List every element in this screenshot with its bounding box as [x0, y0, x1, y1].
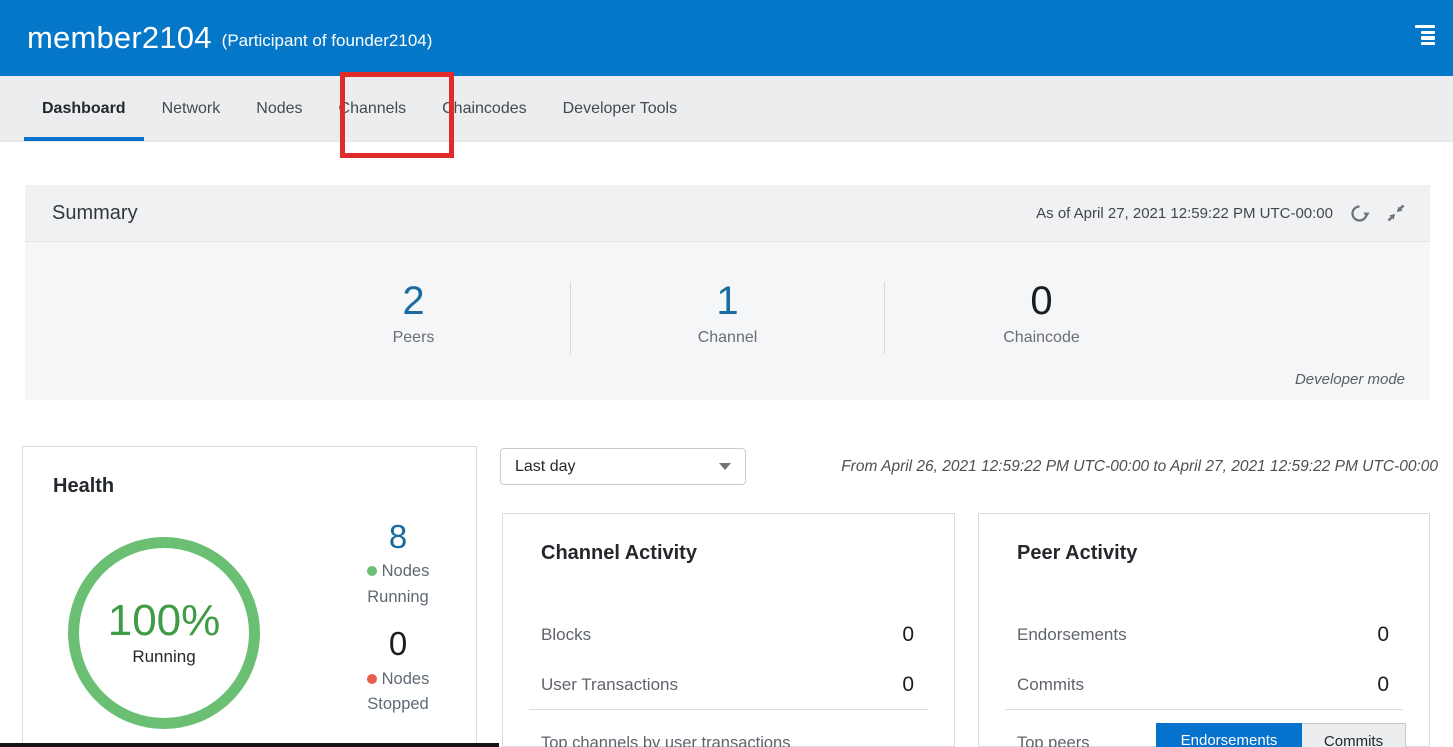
- nodes-running-label: Nodes Running: [338, 559, 458, 610]
- stat-channel: 1 Channel: [571, 280, 884, 354]
- commits-label: Commits: [1017, 675, 1084, 695]
- hamburger-menu-icon[interactable]: [1415, 25, 1435, 45]
- table-row: User Transactions 0: [541, 660, 914, 710]
- tab-chaincodes[interactable]: Chaincodes: [424, 76, 545, 141]
- stopped-status-dot-icon: [367, 674, 377, 684]
- refresh-icon[interactable]: [1349, 203, 1370, 224]
- summary-header-actions: As of April 27, 2021 12:59:22 PM UTC-00:…: [1036, 203, 1406, 224]
- tab-bar: Dashboard Network Nodes Channels Chainco…: [0, 76, 1453, 142]
- stat-chaincode: 0 Chaincode: [885, 280, 1198, 354]
- top-channels-caption: Top channels by user transactions: [541, 734, 790, 747]
- peer-activity-rows: Endorsements 0 Commits 0: [1017, 610, 1389, 710]
- table-row: Commits 0: [1017, 660, 1389, 710]
- bottom-edge-bar: [0, 743, 499, 747]
- collapse-icon[interactable]: [1386, 203, 1406, 223]
- tab-channels[interactable]: Channels: [321, 76, 425, 141]
- developer-mode-note: Developer mode: [1295, 371, 1405, 388]
- tab-developer-tools[interactable]: Developer Tools: [545, 76, 695, 141]
- channel-activity-card: Channel Activity Blocks 0 User Transacti…: [502, 513, 955, 747]
- commits-toggle-button[interactable]: Commits: [1302, 723, 1406, 747]
- nodes-stopped-label: Nodes Stopped: [338, 667, 458, 718]
- nodes-stopped-value: 0: [338, 626, 458, 662]
- summary-body: 2 Peers 1 Channel 0 Chaincode Developer …: [25, 242, 1430, 400]
- divider: [529, 709, 928, 710]
- divider: [1005, 709, 1403, 710]
- summary-stats: 2 Peers 1 Channel 0 Chaincode: [25, 242, 1430, 354]
- table-row: Endorsements 0: [1017, 610, 1389, 660]
- chevron-down-icon: [719, 463, 731, 470]
- top-peers-toggle: Endorsements Commits: [1156, 723, 1406, 747]
- summary-header: Summary As of April 27, 2021 12:59:22 PM…: [25, 185, 1430, 242]
- commits-value: 0: [1377, 673, 1389, 697]
- health-gauge-label: Running: [132, 647, 195, 667]
- stat-peers-value: 2: [257, 280, 570, 322]
- user-transactions-label: User Transactions: [541, 675, 678, 695]
- time-range-caption: From April 26, 2021 12:59:22 PM UTC-00:0…: [841, 458, 1438, 476]
- stat-peers: 2 Peers: [257, 280, 570, 354]
- nodes-running-value: 8: [338, 519, 458, 555]
- node-status-column: 8 Nodes Running 0 Nodes Stopped: [338, 519, 458, 718]
- blocks-value: 0: [902, 623, 914, 647]
- app-header: member2104 (Participant of founder2104): [0, 0, 1453, 76]
- as-of-timestamp: As of April 27, 2021 12:59:22 PM UTC-00:…: [1036, 205, 1333, 222]
- channel-activity-title: Channel Activity: [541, 542, 697, 565]
- tab-dashboard[interactable]: Dashboard: [24, 76, 144, 141]
- time-range-selected-value: Last day: [515, 458, 719, 476]
- user-transactions-value: 0: [902, 673, 914, 697]
- blocks-label: Blocks: [541, 625, 591, 645]
- endorsements-toggle-button[interactable]: Endorsements: [1156, 723, 1302, 747]
- peer-activity-title: Peer Activity: [1017, 542, 1137, 565]
- time-range-select[interactable]: Last day: [500, 448, 746, 485]
- endorsements-value: 0: [1377, 623, 1389, 647]
- dashboard-page: member2104 (Participant of founder2104) …: [0, 0, 1453, 747]
- instance-title: member2104: [27, 20, 212, 56]
- stat-chaincode-label: Chaincode: [885, 329, 1198, 347]
- health-title: Health: [53, 475, 114, 498]
- stat-peers-label: Peers: [257, 329, 570, 347]
- stat-channel-value: 1: [571, 280, 884, 322]
- endorsements-label: Endorsements: [1017, 625, 1127, 645]
- summary-panel: Summary As of April 27, 2021 12:59:22 PM…: [25, 185, 1430, 400]
- stat-chaincode-value: 0: [885, 280, 1198, 322]
- peer-activity-card: Peer Activity Endorsements 0 Commits 0 T…: [978, 513, 1430, 747]
- table-row: Blocks 0: [541, 610, 914, 660]
- summary-title: Summary: [52, 202, 138, 225]
- running-status-dot-icon: [367, 566, 377, 576]
- tab-network[interactable]: Network: [144, 76, 239, 141]
- health-gauge: 100% Running: [68, 537, 260, 729]
- health-card: Health 100% Running 8 Nodes Running 0 No…: [22, 446, 477, 747]
- health-percent: 100%: [108, 599, 221, 643]
- tab-nodes[interactable]: Nodes: [238, 76, 320, 141]
- instance-subtitle: (Participant of founder2104): [222, 25, 433, 51]
- stat-channel-label: Channel: [571, 329, 884, 347]
- top-peers-caption: Top peers: [1017, 734, 1089, 747]
- channel-activity-rows: Blocks 0 User Transactions 0: [541, 610, 914, 710]
